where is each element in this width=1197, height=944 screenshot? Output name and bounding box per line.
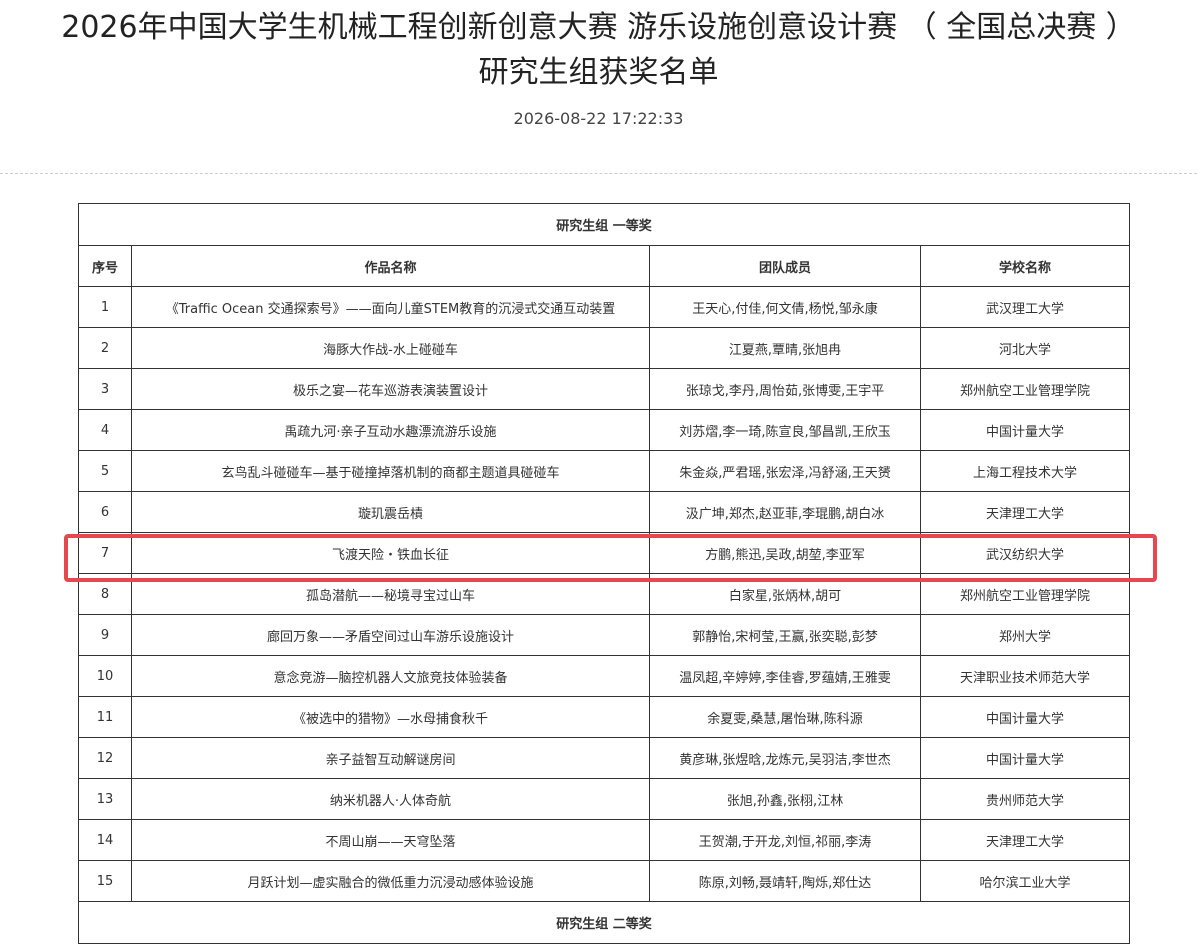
row-index-cell: 6 bbox=[78, 491, 132, 533]
page-title: 2026年中国大学生机械工程创新创意大赛 游乐设施创意设计赛 （ 全国总决赛 ）… bbox=[0, 0, 1197, 95]
section-title: 研究生组 一等奖 bbox=[77, 203, 1131, 246]
column-header-team: 团队成员 bbox=[649, 245, 921, 287]
column-header-index: 序号 bbox=[78, 245, 132, 287]
table-row: 10 意念竞游—脑控机器人文旅竞技体验装备 温凤超,辛婷婷,李佳睿,罗蕴婧,王雅雯天… bbox=[78, 655, 1131, 697]
row-index-cell: 14 bbox=[78, 819, 132, 861]
row-index-cell: 10 bbox=[78, 655, 132, 697]
team-members-cell: 方鹏,熊迅,吴政,胡堃,李亚军 bbox=[649, 532, 921, 574]
row-index-cell: 12 bbox=[78, 737, 132, 779]
work-name-cell: 玄鸟乱斗碰碰车—基于碰撞掉落机制的商都主题道具碰碰车 bbox=[131, 450, 650, 492]
row-index-cell: 3 bbox=[78, 368, 132, 410]
team-members-cell: 郭静怡,宋柯莹,王赢,张奕聪,彭梦 bbox=[649, 614, 921, 656]
column-header-row: 序号 作品名称 团队成员 学校名称 bbox=[78, 245, 1131, 287]
row-index-cell: 4 bbox=[78, 409, 132, 451]
team-members-cell: 陈原,刘畅,聂靖轩,陶烁,郑仕达 bbox=[649, 860, 921, 902]
work-name-cell: 海豚大作战-水上碰碰车 bbox=[131, 327, 650, 369]
row-index-cell: 1 bbox=[78, 286, 132, 328]
work-name-cell: 廊回万象——矛盾空间过山车游乐设施设计 bbox=[131, 614, 650, 656]
page-title-line2: 研究生组获奖名单 bbox=[478, 55, 719, 90]
school-name-cell: 郑州大学 bbox=[919, 614, 1131, 656]
team-members-cell: 黄彦琳,张煜晗,龙炼元,吴羽洁,李世杰 bbox=[649, 737, 921, 779]
team-members-cell: 张琼戈,李丹,周怡茹,张博雯,王宇平 bbox=[649, 368, 921, 410]
work-name-cell: 璇玑震岳樍 bbox=[131, 491, 650, 533]
school-name-cell: 天津理工大学 bbox=[919, 491, 1131, 533]
row-index-cell: 7 bbox=[78, 532, 132, 574]
school-name-cell: 贵州师范大学 bbox=[919, 778, 1131, 820]
table-row: 14 不周山崩——天穹坠落 王贺潮,于开龙,刘恒,祁丽,李涛 天津理工大学 bbox=[78, 819, 1131, 861]
award-table: 研究生组 一等奖 序号 作品名称 团队成员 学校名称 1 《Traffic Oce… bbox=[77, 203, 1131, 944]
school-name-cell: 中国计量大学 bbox=[919, 696, 1131, 738]
next-section-header-row: 研究生组 二等奖 bbox=[77, 901, 1131, 944]
column-header-school: 学校名称 bbox=[919, 245, 1131, 287]
work-name-cell: 不周山崩——天穹坠落 bbox=[131, 819, 650, 861]
work-name-cell: 极乐之宴—花车巡游表演装置设计 bbox=[131, 368, 650, 410]
table-row: 6 璇玑震岳樍 汲广坤,郑杰,赵亚菲,李琨鹏,胡白冰 天津理工大学 bbox=[78, 491, 1131, 533]
table-row: 15 月跃计划—虚实融合的微低重力沉浸动感体验设施 陈原,刘畅,聂靖轩,陶烁,郑仕达… bbox=[78, 860, 1131, 902]
team-members-cell: 白家星,张炳林,胡可 bbox=[649, 573, 921, 615]
table-row: 1 《Traffic Ocean 交通探索号》——面向儿童STEM教育的沉浸式交通… bbox=[78, 286, 1131, 328]
title-divider bbox=[0, 173, 1197, 174]
row-index-cell: 11 bbox=[78, 696, 132, 738]
table-row: 5 玄鸟乱斗碰碰车—基于碰撞掉落机制的商都主题道具碰碰车 朱金焱,严君瑶,张宏泽,冯… bbox=[78, 450, 1131, 492]
work-name-cell: 孤岛潜航——秘境寻宝过山车 bbox=[131, 573, 650, 615]
table-row: 8 孤岛潜航——秘境寻宝过山车 白家星,张炳林,胡可 郑州航空工业管理学院 bbox=[78, 573, 1131, 615]
team-members-cell: 温凤超,辛婷婷,李佳睿,罗蕴婧,王雅雯 bbox=[649, 655, 921, 697]
school-name-cell: 哈尔滨工业大学 bbox=[919, 860, 1131, 902]
row-index-cell: 15 bbox=[78, 860, 132, 902]
row-index-cell: 5 bbox=[78, 450, 132, 492]
table-row: 2 海豚大作战-水上碰碰车 江夏燕,覃晴,张旭冉 河北大学 bbox=[78, 327, 1131, 369]
team-members-cell: 汲广坤,郑杰,赵亚菲,李琨鹏,胡白冰 bbox=[649, 491, 921, 533]
work-name-cell: 《被选中的猎物》—水母捕食秋千 bbox=[131, 696, 650, 738]
table-row: 4 禹疏九河·亲子互动水趣漂流游乐设施 刘苏熠,李一琦,陈宣良,邹昌凯,王欣玉 中国计… bbox=[78, 409, 1131, 451]
team-members-cell: 王贺潮,于开龙,刘恒,祁丽,李涛 bbox=[649, 819, 921, 861]
row-index-cell: 2 bbox=[78, 327, 132, 369]
table-row: 11 《被选中的猎物》—水母捕食秋千 余夏雯,桑慧,屠怡琳,陈科源 中国计量大学 bbox=[78, 696, 1131, 738]
team-members-cell: 江夏燕,覃晴,张旭冉 bbox=[649, 327, 921, 369]
row-index-cell: 9 bbox=[78, 614, 132, 656]
table-row: 9 廊回万象——矛盾空间过山车游乐设施设计 郭静怡,宋柯莹,王赢,张奕聪,彭梦 郑州大… bbox=[78, 614, 1131, 656]
page-title-line1: 2026年中国大学生机械工程创新创意大赛 游乐设施创意设计赛 （ 全国总决赛 ） bbox=[61, 10, 1136, 45]
row-index-cell: 8 bbox=[78, 573, 132, 615]
work-name-cell: 意念竞游—脑控机器人文旅竞技体验装备 bbox=[131, 655, 650, 697]
work-name-cell: 亲子益智互动解谜房间 bbox=[131, 737, 650, 779]
work-name-cell: 月跃计划—虚实融合的微低重力沉浸动感体验设施 bbox=[131, 860, 650, 902]
school-name-cell: 武汉理工大学 bbox=[919, 286, 1131, 328]
table-row: 12 亲子益智互动解谜房间 黄彦琳,张煜晗,龙炼元,吴羽洁,李世杰 中国计量大学 bbox=[78, 737, 1131, 779]
column-header-work: 作品名称 bbox=[131, 245, 650, 287]
team-members-cell: 张旭,孙鑫,张栩,江林 bbox=[649, 778, 921, 820]
row-index-cell: 13 bbox=[78, 778, 132, 820]
school-name-cell: 河北大学 bbox=[919, 327, 1131, 369]
team-members-cell: 刘苏熠,李一琦,陈宣良,邹昌凯,王欣玉 bbox=[649, 409, 921, 451]
work-name-cell: 飞渡天险・铁血长征 bbox=[131, 532, 650, 574]
team-members-cell: 王天心,付佳,何文倩,杨悦,邹永康 bbox=[649, 286, 921, 328]
table-row: 13 纳米机器人·人体奇航 张旭,孙鑫,张栩,江林 贵州师范大学 bbox=[78, 778, 1131, 820]
section-header-row: 研究生组 一等奖 bbox=[77, 203, 1131, 246]
school-name-cell: 上海工程技术大学 bbox=[919, 450, 1131, 492]
publish-timestamp: 2026-08-22 17:22:33 bbox=[513, 109, 684, 128]
work-name-cell: 《Traffic Ocean 交通探索号》——面向儿童STEM教育的沉浸式交通互… bbox=[131, 286, 650, 328]
school-name-cell: 中国计量大学 bbox=[919, 409, 1131, 451]
next-section-title: 研究生组 二等奖 bbox=[77, 901, 1131, 944]
work-name-cell: 禹疏九河·亲子互动水趣漂流游乐设施 bbox=[131, 409, 650, 451]
work-name-cell: 纳米机器人·人体奇航 bbox=[131, 778, 650, 820]
school-name-cell: 郑州航空工业管理学院 bbox=[919, 368, 1131, 410]
table-row: 3 极乐之宴—花车巡游表演装置设计 张琼戈,李丹,周怡茹,张博雯,王宇平 郑州航空工业… bbox=[78, 368, 1131, 410]
school-name-cell: 天津职业技术师范大学 bbox=[919, 655, 1131, 697]
team-members-cell: 余夏雯,桑慧,屠怡琳,陈科源 bbox=[649, 696, 921, 738]
table-row: 7 飞渡天险・铁血长征 方鹏,熊迅,吴政,胡堃,李亚军 武汉纺织大学 bbox=[78, 532, 1131, 574]
team-members-cell: 朱金焱,严君瑶,张宏泽,冯舒涵,王天赟 bbox=[649, 450, 921, 492]
school-name-cell: 郑州航空工业管理学院 bbox=[919, 573, 1131, 615]
school-name-cell: 中国计量大学 bbox=[919, 737, 1131, 779]
school-name-cell: 天津理工大学 bbox=[919, 819, 1131, 861]
school-name-cell: 武汉纺织大学 bbox=[919, 532, 1131, 574]
